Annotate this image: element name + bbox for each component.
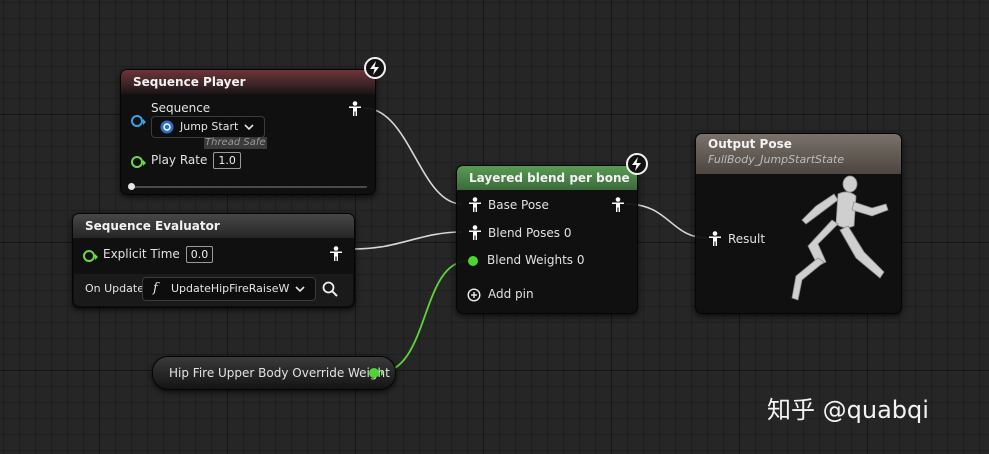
explicit-time-input[interactable]: 0.0 — [185, 246, 214, 263]
explicit-time-pin[interactable] — [83, 250, 95, 262]
sequence-player-progress-track[interactable] — [129, 186, 367, 188]
on-update-function-dropdown[interactable]: f UpdateHipFireRaiseWea — [142, 277, 316, 301]
sequence-player-progress-handle[interactable] — [128, 183, 135, 190]
sequence-evaluator-pose-output-icon[interactable] — [329, 246, 343, 262]
anim-sequence-icon — [160, 120, 174, 134]
base-pose-input-icon[interactable] — [468, 197, 482, 213]
blend-weights-pin[interactable] — [468, 256, 478, 266]
watermark: 知乎 @quabqi — [767, 396, 929, 424]
fast-path-bolt-icon — [626, 153, 648, 175]
sequence-player-title: Sequence Player — [121, 70, 375, 94]
hip-fire-weight-pin-arrow-icon — [381, 370, 384, 376]
thread-safe-tag: Thread Safe — [204, 137, 267, 149]
layered-blend-node[interactable]: Layered blend per bone Base Pose Blend P… — [456, 165, 638, 314]
play-rate-row: Play Rate 1.0 — [151, 152, 241, 169]
sequence-player-node[interactable]: Sequence Player Sequence Jump Start Thre… — [120, 69, 376, 195]
blend-weights-label: Blend Weights 0 — [487, 253, 585, 267]
function-icon: f — [153, 281, 158, 296]
wire-weight-to-blendweights[interactable] — [377, 260, 469, 374]
blend-poses-input-icon[interactable] — [468, 225, 482, 241]
play-rate-pin[interactable] — [131, 156, 143, 168]
play-rate-input[interactable]: 1.0 — [213, 152, 241, 169]
explicit-time-label: Explicit Time — [103, 247, 180, 261]
play-rate-pin-arrow-icon — [143, 160, 146, 166]
hip-fire-weight-variable-node[interactable]: Hip Fire Upper Body Override Weight — [152, 356, 396, 390]
result-input-icon[interactable] — [708, 231, 722, 247]
blend-poses-label: Blend Poses 0 — [488, 226, 572, 240]
layered-blend-pose-output-icon[interactable] — [611, 197, 625, 213]
wire-seqplayer-to-basepose[interactable] — [363, 107, 463, 205]
sequence-value: Jump Start — [180, 120, 239, 133]
play-rate-label: Play Rate — [151, 153, 208, 167]
sequence-dropdown[interactable]: Jump Start — [151, 116, 265, 138]
explicit-time-pin-arrow-icon — [95, 254, 98, 260]
add-pin-button[interactable]: Add pin — [488, 287, 534, 301]
mannequin-preview-icon — [791, 175, 889, 301]
add-pin-icon[interactable] — [467, 288, 481, 302]
output-pose-node[interactable]: Output Pose FullBody_JumpStartState Resu… — [695, 133, 902, 314]
search-icon[interactable] — [322, 281, 338, 297]
sequence-pin-arrow-icon — [143, 119, 146, 125]
sequence-input-pin[interactable] — [131, 115, 143, 127]
base-pose-label: Base Pose — [488, 198, 549, 212]
layered-blend-title: Layered blend per bone — [457, 166, 637, 190]
result-label: Result — [728, 232, 766, 246]
sequence-evaluator-node[interactable]: Sequence Evaluator Explicit Time 0.0 On U… — [72, 213, 355, 308]
fast-path-bolt-icon — [364, 57, 386, 79]
sequence-evaluator-title: Sequence Evaluator — [73, 214, 354, 238]
output-pose-subtitle: FullBody_JumpStartState — [708, 153, 845, 166]
output-pose-header: Output Pose FullBody_JumpStartState — [696, 134, 901, 174]
explicit-time-row: Explicit Time 0.0 — [103, 246, 214, 263]
hip-fire-weight-label: Hip Fire Upper Body Override Weight — [169, 366, 390, 380]
dropdown-chevron-icon — [244, 124, 254, 131]
on-update-function-value: UpdateHipFireRaiseWea — [171, 282, 289, 295]
sequence-player-pose-output-icon[interactable] — [348, 101, 362, 117]
on-update-label: On Update — [85, 282, 144, 295]
dropdown-chevron-icon — [295, 286, 305, 293]
hip-fire-weight-output-pin[interactable] — [369, 368, 379, 378]
sequence-label: Sequence — [151, 101, 211, 115]
wire-seqeval-to-blendposes[interactable] — [353, 231, 463, 250]
output-pose-title: Output Pose — [708, 137, 792, 151]
